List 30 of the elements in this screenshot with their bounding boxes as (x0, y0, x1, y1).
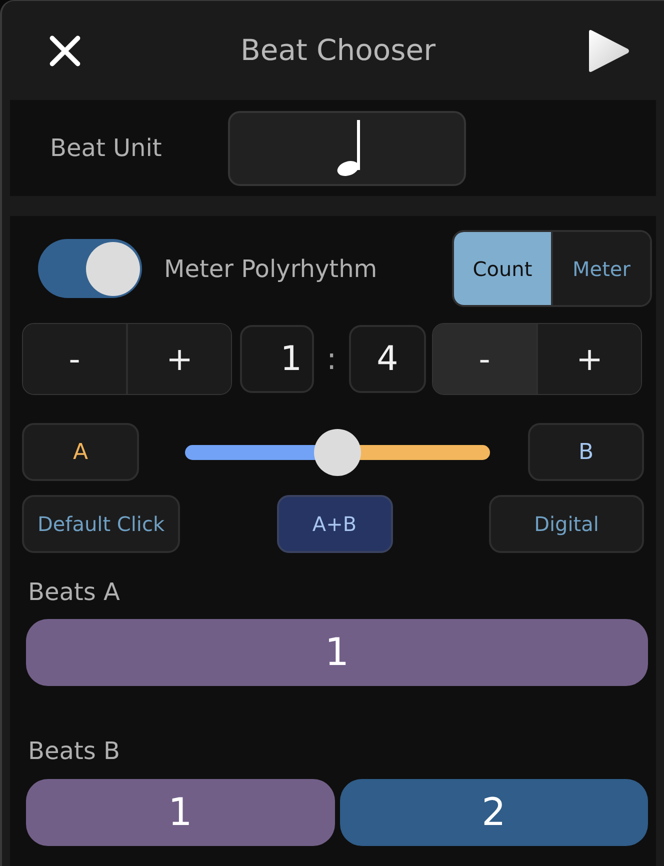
sound-button[interactable]: A+B (276, 495, 392, 553)
ratio-separator: : (325, 340, 338, 378)
close-icon (49, 34, 81, 66)
toggle-label: Meter Polyrhythm (164, 254, 378, 284)
play-button[interactable] (586, 28, 630, 72)
slider-track[interactable] (185, 428, 490, 476)
plus-button[interactable]: + (536, 324, 641, 394)
window-title: Beat Chooser (240, 32, 436, 69)
beat-count-field[interactable]: 1 (240, 325, 314, 393)
music-note-icon (336, 120, 362, 176)
beat-count-field[interactable]: 4 (349, 325, 426, 393)
minus-button[interactable]: - (433, 324, 536, 394)
slider-thumb[interactable] (314, 428, 361, 476)
section-label: Beats B (28, 736, 120, 766)
note-value-button[interactable] (228, 110, 466, 186)
sound-button[interactable]: Digital (489, 495, 644, 553)
mode-tab[interactable]: Meter (551, 232, 650, 305)
mode-tab[interactable]: Count (454, 232, 551, 305)
section-label: Beats A (28, 577, 120, 607)
beat-bar[interactable]: 2 (340, 779, 648, 846)
sound-button[interactable]: Default Click (22, 495, 180, 553)
toggle-knob (86, 242, 140, 296)
plus-button[interactable]: + (126, 324, 231, 394)
a-button[interactable]: A (22, 423, 139, 481)
b-button[interactable]: B (528, 423, 644, 481)
beat-bar[interactable]: 1 (26, 779, 334, 846)
beat-unit-label: Beat Unit (50, 133, 162, 164)
play-icon (586, 28, 630, 72)
close-button[interactable] (48, 34, 82, 68)
beat-bar[interactable]: 1 (26, 619, 648, 686)
